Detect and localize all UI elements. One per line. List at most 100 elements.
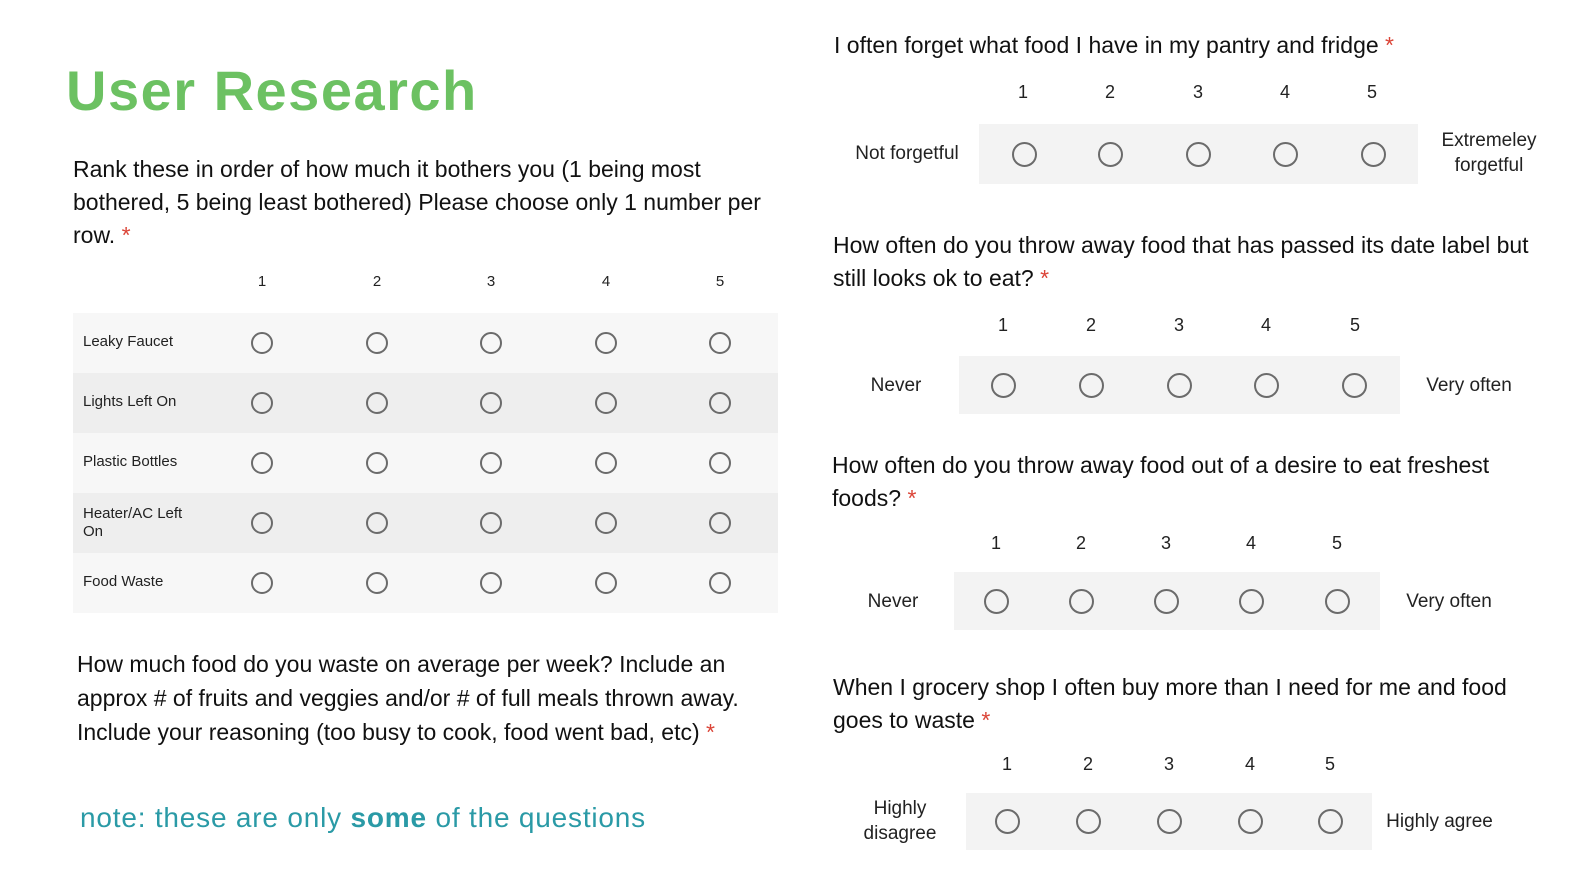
waste-question: How much food do you waste on average pe… bbox=[77, 647, 787, 749]
scale-low-label: Never bbox=[870, 375, 922, 396]
radio-button[interactable] bbox=[480, 392, 502, 414]
radio-button[interactable] bbox=[480, 332, 502, 354]
grid-column-header: 2 bbox=[372, 273, 382, 290]
note-text: note: these are only some of the questio… bbox=[80, 802, 646, 833]
radio-button[interactable] bbox=[1069, 589, 1094, 614]
scale-high-label: Highly agree bbox=[1386, 811, 1493, 832]
scale-low-label: Highly disagree bbox=[863, 798, 937, 844]
scale-number: 5 bbox=[1349, 315, 1360, 335]
radio-button[interactable] bbox=[1342, 373, 1367, 398]
scale-number: 3 bbox=[1163, 754, 1174, 774]
rank-question: Rank these in order of how much it bothe… bbox=[73, 153, 773, 252]
radio-button[interactable] bbox=[709, 512, 731, 534]
radio-button[interactable] bbox=[595, 512, 617, 534]
radio-button[interactable] bbox=[709, 452, 731, 474]
radio-button[interactable] bbox=[595, 392, 617, 414]
scale-number: 2 bbox=[1104, 82, 1115, 102]
scale-number: 2 bbox=[1075, 533, 1086, 553]
radio-button[interactable] bbox=[984, 589, 1009, 614]
scale-number: 4 bbox=[1260, 315, 1271, 335]
scale-number: 1 bbox=[1001, 754, 1012, 774]
note-emphasis: some bbox=[350, 802, 427, 833]
required-mark: * bbox=[1040, 265, 1050, 291]
page-title: User Research bbox=[66, 59, 478, 122]
radio-button[interactable] bbox=[995, 809, 1020, 834]
scale-high-label: Very often bbox=[1426, 375, 1512, 396]
radio-button[interactable] bbox=[709, 572, 731, 594]
scale-question: How often do you throw away food that ha… bbox=[833, 229, 1553, 295]
radio-button[interactable] bbox=[1273, 142, 1298, 167]
grid-row: Food Waste bbox=[73, 553, 778, 613]
radio-button[interactable] bbox=[366, 572, 388, 594]
grid-row-label: Heater/AC Left On bbox=[83, 505, 183, 540]
grid-row: Plastic Bottles bbox=[73, 433, 778, 493]
scale-question-text: How often do you throw away food that ha… bbox=[833, 232, 1529, 291]
radio-button[interactable] bbox=[366, 452, 388, 474]
radio-button[interactable] bbox=[991, 373, 1016, 398]
scale-number: 3 bbox=[1173, 315, 1184, 335]
radio-button[interactable] bbox=[480, 452, 502, 474]
radio-button[interactable] bbox=[1325, 589, 1350, 614]
scale-number: 2 bbox=[1085, 315, 1096, 335]
scale-number: 2 bbox=[1082, 754, 1093, 774]
grid-column-header: 3 bbox=[486, 273, 496, 290]
scale-high-label: Extremeley forgetful bbox=[1441, 130, 1537, 176]
grid-row: Leaky Faucet bbox=[73, 313, 778, 373]
radio-button[interactable] bbox=[595, 452, 617, 474]
radio-button[interactable] bbox=[366, 392, 388, 414]
grid-row: Heater/AC Left On bbox=[73, 493, 778, 553]
radio-button[interactable] bbox=[366, 512, 388, 534]
radio-button[interactable] bbox=[1076, 809, 1101, 834]
radio-button[interactable] bbox=[251, 512, 273, 534]
scale-question-text: I often forget what food I have in my pa… bbox=[834, 32, 1379, 58]
radio-button[interactable] bbox=[709, 332, 731, 354]
radio-button[interactable] bbox=[1238, 809, 1263, 834]
grid-row: Lights Left On bbox=[73, 373, 778, 433]
radio-button[interactable] bbox=[1318, 809, 1343, 834]
scale-number: 4 bbox=[1244, 754, 1255, 774]
scale-number: 5 bbox=[1324, 754, 1335, 774]
radio-button[interactable] bbox=[251, 572, 273, 594]
radio-button[interactable] bbox=[366, 332, 388, 354]
radio-button[interactable] bbox=[1157, 809, 1182, 834]
scale-number: 5 bbox=[1366, 82, 1377, 102]
scale-question: I often forget what food I have in my pa… bbox=[834, 29, 1554, 62]
scale-question: How often do you throw away food out of … bbox=[832, 449, 1552, 515]
grid-column-header: 1 bbox=[257, 273, 267, 290]
scale-question-text: How often do you throw away food out of … bbox=[832, 452, 1490, 511]
radio-button[interactable] bbox=[595, 572, 617, 594]
grid-row-label: Lights Left On bbox=[83, 393, 177, 410]
waste-question-text: How much food do you waste on average pe… bbox=[77, 651, 739, 745]
radio-button[interactable] bbox=[709, 392, 731, 414]
radio-button[interactable] bbox=[1254, 373, 1279, 398]
radio-button[interactable] bbox=[251, 392, 273, 414]
radio-button[interactable] bbox=[1154, 589, 1179, 614]
required-mark: * bbox=[907, 485, 917, 511]
radio-button[interactable] bbox=[251, 332, 273, 354]
scale-question: When I grocery shop I often buy more tha… bbox=[833, 671, 1553, 737]
radio-button[interactable] bbox=[251, 452, 273, 474]
radio-button[interactable] bbox=[480, 512, 502, 534]
scale-high-label: Very often bbox=[1406, 591, 1492, 612]
required-mark: * bbox=[706, 719, 715, 745]
scale-number: 1 bbox=[1017, 82, 1028, 102]
radio-button[interactable] bbox=[1361, 142, 1386, 167]
grid-column-header: 5 bbox=[715, 273, 725, 290]
radio-button[interactable] bbox=[1012, 142, 1037, 167]
grid-row-label: Plastic Bottles bbox=[83, 453, 178, 470]
radio-button[interactable] bbox=[1239, 589, 1264, 614]
radio-button[interactable] bbox=[1167, 373, 1192, 398]
required-mark: * bbox=[121, 222, 131, 248]
scale-number: 1 bbox=[997, 315, 1008, 335]
scale-question-text: When I grocery shop I often buy more tha… bbox=[833, 674, 1507, 733]
scale-number: 4 bbox=[1279, 82, 1290, 102]
radio-button[interactable] bbox=[480, 572, 502, 594]
grid-row-label: Food Waste bbox=[83, 573, 164, 590]
radio-button[interactable] bbox=[1186, 142, 1211, 167]
radio-button[interactable] bbox=[595, 332, 617, 354]
scale-low-label: Never bbox=[867, 591, 919, 612]
radio-button[interactable] bbox=[1098, 142, 1123, 167]
radio-button[interactable] bbox=[1079, 373, 1104, 398]
grid-column-header: 4 bbox=[601, 273, 611, 290]
scale-low-label: Not forgetful bbox=[855, 143, 959, 164]
